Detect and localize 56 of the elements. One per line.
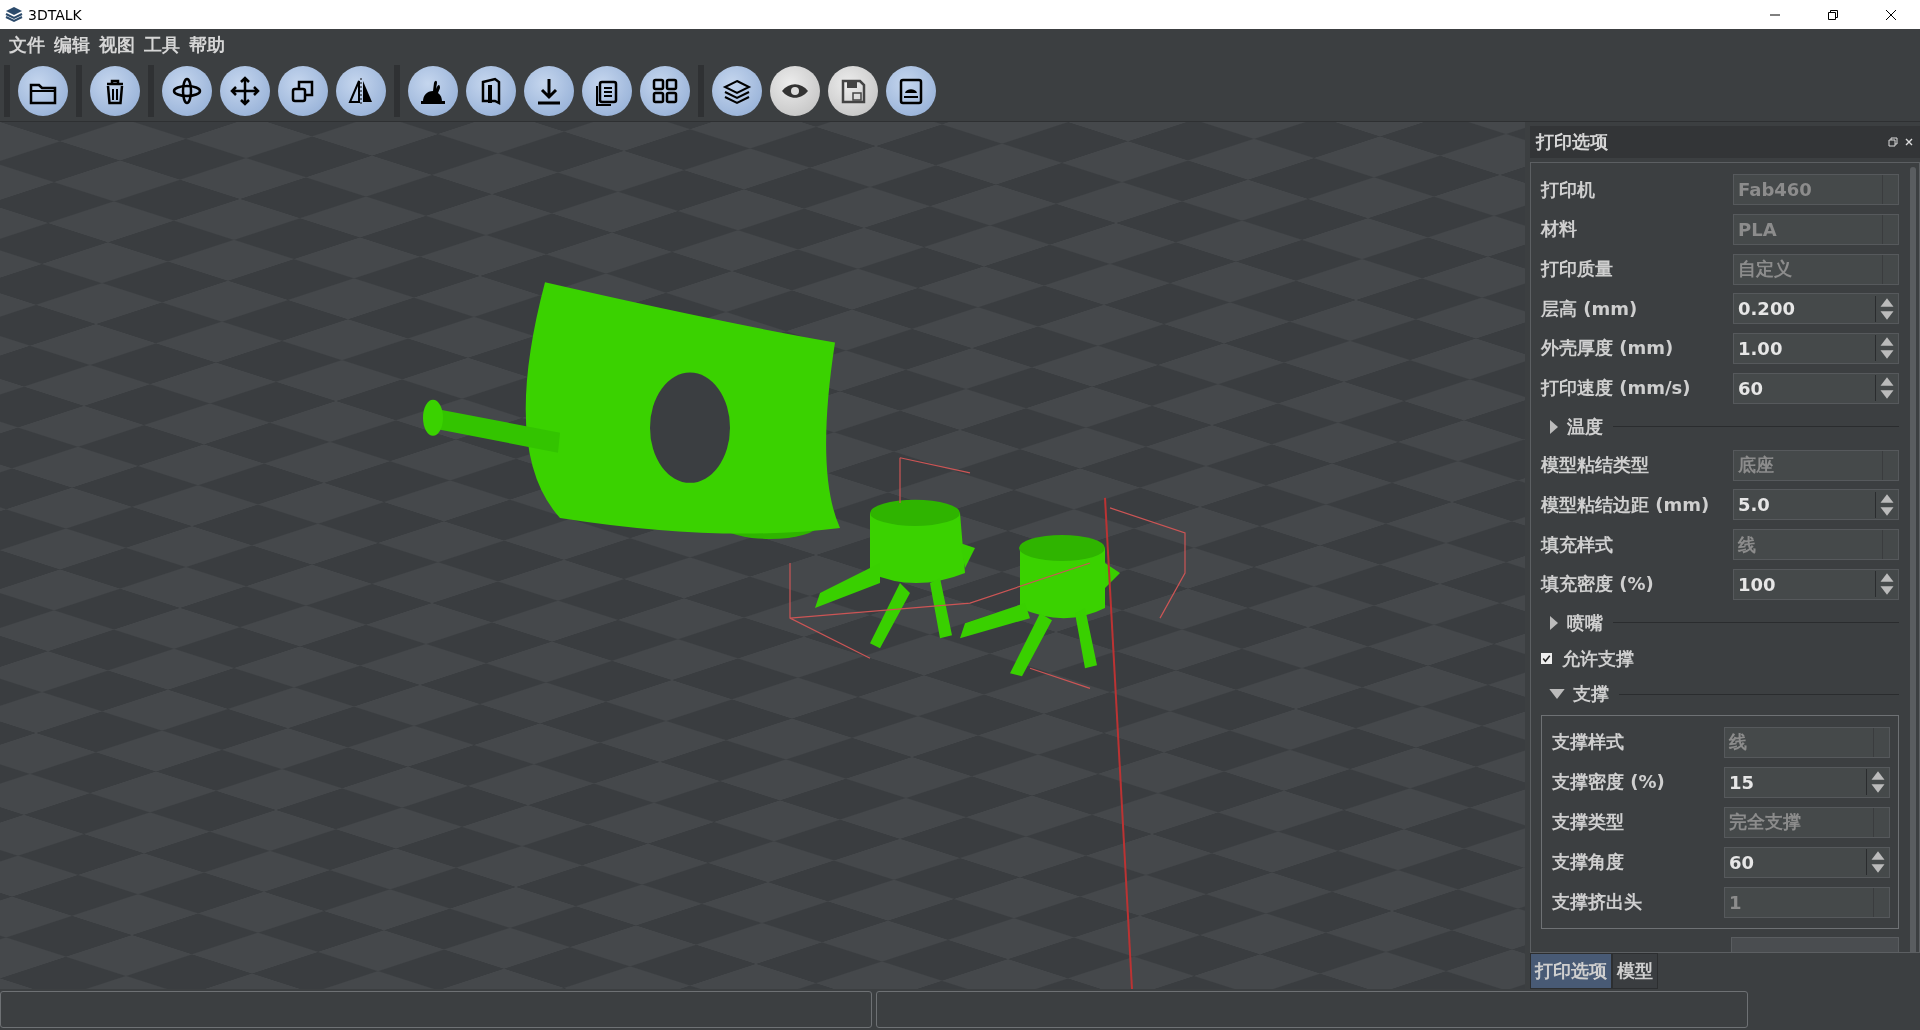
menu-item[interactable]: 帮助 bbox=[186, 32, 231, 57]
checkbox-label: 允许支撑 bbox=[1562, 646, 1634, 671]
layers-icon[interactable] bbox=[712, 65, 762, 116]
menu-item[interactable]: 视图 bbox=[96, 32, 141, 57]
setting-label: 材料 bbox=[1541, 217, 1578, 242]
setting-label: 打印质量 bbox=[1541, 257, 1614, 282]
setting-label: 填充样式 bbox=[1541, 532, 1614, 557]
menu-item[interactable]: 编辑 bbox=[51, 32, 96, 57]
section-header[interactable]: 支撑 bbox=[1565, 682, 1619, 707]
tab[interactable]: 打印选项 bbox=[1530, 953, 1612, 989]
spin-box[interactable]: 60 bbox=[1733, 372, 1899, 404]
section-header[interactable]: 温度 bbox=[1559, 414, 1613, 439]
folder-icon[interactable] bbox=[18, 65, 68, 116]
panel-title: 打印选项 bbox=[1534, 130, 1609, 154]
setting-label: 支撑角度 bbox=[1552, 850, 1625, 875]
setting-label: 层高 (mm) bbox=[1541, 296, 1639, 321]
trash-icon[interactable] bbox=[90, 65, 140, 116]
spin-box[interactable]: 0.200 bbox=[1733, 293, 1899, 325]
printer-icon[interactable] bbox=[886, 65, 936, 116]
section-header[interactable]: 喷嘴 bbox=[1559, 610, 1613, 635]
setting-label: 支撑密度 (%) bbox=[1552, 770, 1666, 795]
float-icon[interactable] bbox=[1888, 137, 1898, 147]
collapse-arrow-icon[interactable] bbox=[1549, 688, 1565, 700]
move-icon[interactable] bbox=[220, 65, 270, 116]
expand-arrow-icon[interactable] bbox=[1549, 418, 1559, 435]
setting-label: 填充密度 (%) bbox=[1541, 572, 1655, 597]
scale-icon[interactable] bbox=[278, 65, 328, 116]
spin-box[interactable]: 5.0 bbox=[1733, 489, 1899, 521]
close-icon[interactable] bbox=[1904, 137, 1914, 147]
setting-label: 模型粘结边距 (mm) bbox=[1541, 492, 1711, 517]
setting-label: 外壳厚度 (mm) bbox=[1541, 336, 1675, 361]
rotate-icon[interactable] bbox=[162, 65, 212, 116]
scrollbar[interactable] bbox=[1910, 167, 1916, 952]
download-icon[interactable] bbox=[524, 65, 574, 116]
setting-label: 支撑类型 bbox=[1552, 810, 1625, 835]
app-logo-icon bbox=[4, 4, 24, 25]
menu-item[interactable]: 工具 bbox=[141, 32, 186, 57]
setting-label: 支撑挤出头 bbox=[1552, 890, 1643, 915]
spin-box[interactable]: 100 bbox=[1733, 568, 1899, 600]
copy-icon[interactable] bbox=[582, 65, 632, 116]
setting-label: 支撑样式 bbox=[1552, 730, 1625, 755]
rabbit-icon[interactable] bbox=[408, 65, 458, 116]
spin-box[interactable]: 60 bbox=[1724, 846, 1890, 878]
menu-item[interactable]: 文件 bbox=[6, 32, 51, 57]
tab[interactable]: 模型 bbox=[1612, 953, 1658, 989]
mirror-icon[interactable] bbox=[336, 65, 386, 116]
checkbox[interactable] bbox=[1541, 653, 1552, 665]
setting-label: 打印机 bbox=[1541, 177, 1596, 202]
spin-box[interactable]: 15 bbox=[1724, 766, 1890, 798]
setting-label: 模型粘结类型 bbox=[1541, 453, 1650, 478]
spin-box[interactable]: 1.00 bbox=[1733, 332, 1899, 364]
expand-arrow-icon[interactable] bbox=[1549, 614, 1559, 631]
book-icon[interactable] bbox=[466, 65, 516, 116]
window-title: 3DTALK bbox=[28, 6, 82, 23]
grid-icon[interactable] bbox=[640, 65, 690, 116]
setting-label: 打印速度 (mm/s) bbox=[1541, 376, 1692, 400]
